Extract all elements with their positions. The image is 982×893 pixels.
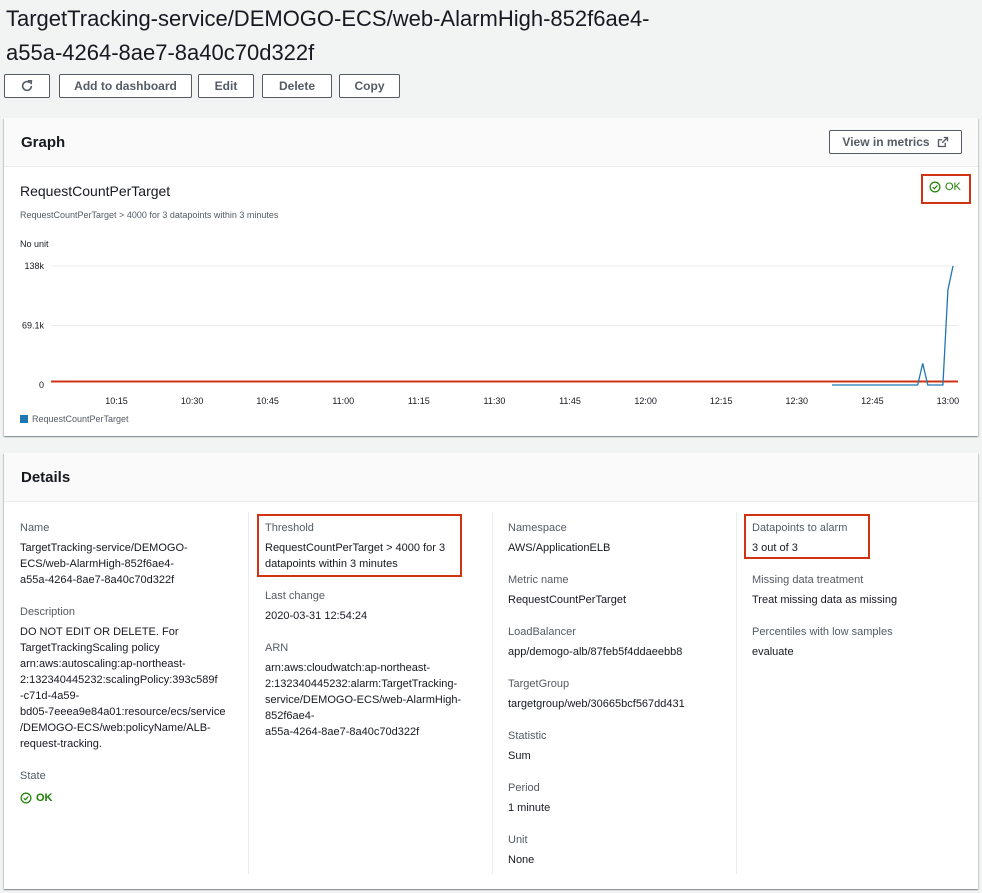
description-line: 2:132340445232:scalingPolicy:393c589f <box>20 674 218 686</box>
view-in-metrics-label: View in metrics <box>842 135 930 149</box>
add-to-dashboard-button[interactable]: Add to dashboard <box>59 74 192 98</box>
arn-label: ARN <box>265 642 289 654</box>
statistic-value: Sum <box>508 750 531 762</box>
legend-label: RequestCountPerTarget <box>32 414 129 424</box>
details-panel-header: Details <box>4 453 978 502</box>
threshold-line: datapoints within 3 minutes <box>265 558 398 570</box>
state-value: OK <box>20 790 53 806</box>
metric-title: RequestCountPerTarget <box>20 183 171 199</box>
x-tick-label: 10:30 <box>181 396 204 406</box>
loadbalancer-label: LoadBalancer <box>508 626 576 638</box>
legend-swatch <box>20 415 28 423</box>
description-line: arn:aws:autoscaling:ap-northeast- <box>20 658 186 670</box>
x-tick-label: 12:45 <box>861 396 884 406</box>
description-line: /DEMOGO-ECS/web:policyName/ALB- <box>20 722 211 734</box>
threshold-value: RequestCountPerTarget > 4000 for 3 datap… <box>265 540 445 572</box>
arn-line: arn:aws:cloudwatch:ap-northeast- <box>265 662 431 674</box>
arn-line: service/DEMOGO-ECS/web-AlarmHigh- <box>265 694 462 706</box>
namespace-label: Namespace <box>508 522 567 534</box>
threshold-label: Threshold <box>265 522 314 534</box>
x-tick-label: 12:30 <box>785 396 808 406</box>
check-circle-icon <box>20 792 32 804</box>
arn-line: 2:132340445232:alarm:TargetTracking- <box>265 678 458 690</box>
name-line: ECS/web-AlarmHigh-852f6ae4- <box>20 558 175 570</box>
y-tick-label: 138k <box>24 261 44 271</box>
description-line: bd05-7eeea9e84a01:resource/ecs/service <box>20 706 226 718</box>
x-tick-label: 11:30 <box>483 396 505 406</box>
x-tick-label: 12:15 <box>710 396 733 406</box>
threshold-line: RequestCountPerTarget > 4000 for 3 <box>265 542 446 554</box>
period-value: 1 minute <box>508 802 551 814</box>
metric-name-label: Metric name <box>508 574 569 586</box>
description-label: Description <box>20 606 76 618</box>
statistic-label: Statistic <box>508 730 547 742</box>
metric-chart: 138k 69.1k 0 10:15 10:30 10:45 11:00 11:15 11:30… <box>22 261 960 406</box>
graph-panel-header: Graph View in metrics <box>4 118 978 167</box>
copy-button[interactable]: Copy <box>339 74 400 98</box>
details-panel-title: Details <box>21 469 71 486</box>
arn-line: a55a-4264-8ae7-8a40c70d322f <box>265 726 420 738</box>
x-tick-label: 10:45 <box>256 396 279 406</box>
unit-detail-value: None <box>508 854 535 866</box>
y-tick-label: 0 <box>39 380 44 390</box>
loadbalancer-value: app/demogo-alb/87feb5f4ddaeebb8 <box>508 646 683 658</box>
alarm-state-text: OK <box>945 181 961 193</box>
state-label: State <box>20 770 46 782</box>
alarm-state-indicator: OK <box>929 181 961 193</box>
name-line: TargetTracking-service/DEMOGO- <box>20 542 188 554</box>
graph-panel-title: Graph <box>21 134 66 151</box>
x-tick-label: 13:00 <box>937 396 960 406</box>
last-change-label: Last change <box>265 590 325 602</box>
x-tick-label: 11:00 <box>332 396 354 406</box>
name-label: Name <box>20 522 50 534</box>
state-value-text: OK <box>36 792 53 804</box>
targetgroup-label: TargetGroup <box>508 678 570 690</box>
missing-data-value: Treat missing data as missing <box>752 594 898 606</box>
targetgroup-value: targetgroup/web/30665bcf567dd431 <box>508 698 685 710</box>
page-title-line-1: TargetTracking-service/DEMOGO-ECS/web-Al… <box>6 6 650 31</box>
view-in-metrics-button[interactable]: View in metrics <box>829 130 962 154</box>
chart-legend: RequestCountPerTarget <box>20 414 129 424</box>
arn-value: arn:aws:cloudwatch:ap-northeast- 2:13234… <box>265 660 461 740</box>
namespace-value: AWS/ApplicationELB <box>508 542 611 554</box>
description-line: TargetTrackingScaling policy <box>20 642 160 654</box>
description-line: request-tracking. <box>20 738 102 750</box>
description-value: DO NOT EDIT OR DELETE. For TargetTrackin… <box>20 624 225 752</box>
x-tick-label: 10:15 <box>105 396 128 406</box>
column-separator <box>736 512 737 874</box>
x-tick-label: 11:15 <box>408 396 430 406</box>
column-separator <box>248 512 249 874</box>
y-tick-label: 69.1k <box>22 321 45 331</box>
check-circle-icon <box>929 181 941 193</box>
edit-button[interactable]: Edit <box>198 74 254 98</box>
missing-data-label: Missing data treatment <box>752 574 864 586</box>
percentiles-label: Percentiles with low samples <box>752 626 893 638</box>
name-value: TargetTracking-service/DEMOGO- ECS/web-A… <box>20 540 188 588</box>
delete-button[interactable]: Delete <box>262 74 332 98</box>
datapoints-value: 3 out of 3 <box>752 542 798 554</box>
refresh-icon <box>21 79 33 92</box>
external-link-icon <box>937 136 948 148</box>
description-line: DO NOT EDIT OR DELETE. For <box>20 626 179 638</box>
x-tick-label: 11:45 <box>559 396 581 406</box>
page-title-line-2: a55a-4264-8ae7-8a40c70d322f <box>6 40 315 65</box>
unit-detail-label: Unit <box>508 834 528 846</box>
period-label: Period <box>508 782 540 794</box>
graph-panel: Graph View in metrics RequestCountPerTar… <box>4 118 978 436</box>
arn-line: 852f6ae4- <box>265 710 315 722</box>
percentiles-value: evaluate <box>752 646 794 658</box>
page-title: TargetTracking-service/DEMOGO-ECS/web-Al… <box>6 2 726 70</box>
refresh-button[interactable] <box>4 74 50 98</box>
metric-name-value: RequestCountPerTarget <box>508 594 627 606</box>
last-change-value: 2020-03-31 12:54:24 <box>265 610 368 622</box>
datapoints-label: Datapoints to alarm <box>752 522 848 534</box>
description-line: -c71d-4a59- <box>20 690 80 702</box>
alarm-condition: RequestCountPerTarget > 4000 for 3 datap… <box>20 210 279 220</box>
name-line: a55a-4264-8ae7-8a40c70d322f <box>20 574 175 586</box>
x-tick-label: 12:00 <box>634 396 657 406</box>
column-separator <box>492 512 493 874</box>
